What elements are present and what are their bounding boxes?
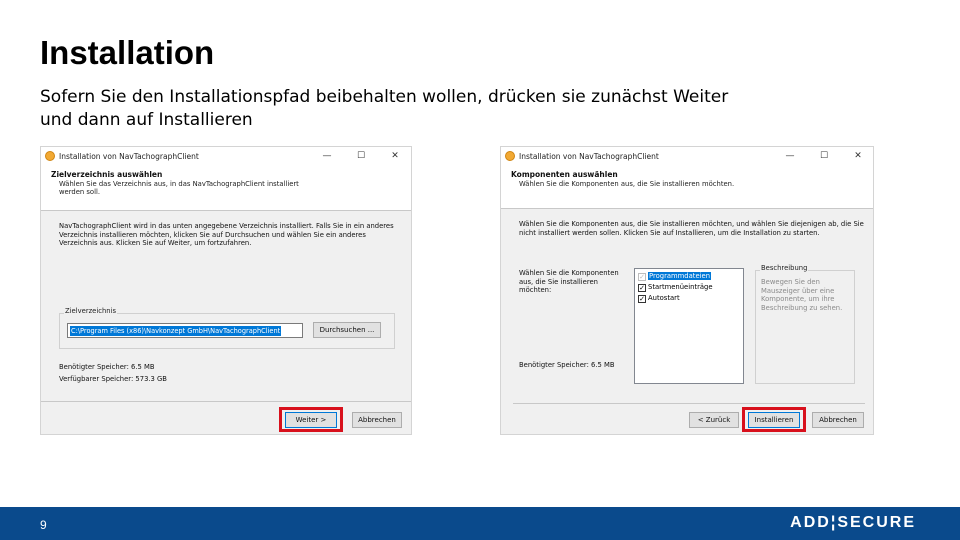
- cancel-button[interactable]: Abbrechen: [352, 412, 402, 428]
- dialog-body-text: NavTachographClient wird in das unten an…: [59, 222, 394, 248]
- checkbox-startmenu[interactable]: ✓: [638, 284, 646, 292]
- maximize-button[interactable]: ☐: [814, 149, 834, 163]
- component-item[interactable]: ✓ Autostart: [638, 293, 680, 303]
- checkbox-program-files[interactable]: ✓: [638, 273, 646, 281]
- page-number: 9: [40, 518, 47, 532]
- close-button[interactable]: ✕: [848, 149, 868, 163]
- minimize-button[interactable]: —: [780, 149, 800, 163]
- minimize-button[interactable]: —: [317, 149, 337, 163]
- header-title: Zielverzeichnis auswählen: [51, 170, 163, 179]
- components-list[interactable]: ✓ Programmdateien ✓ Startmenüeinträge ✓ Aut…: [634, 268, 744, 384]
- destination-group-label: Zielverzeichnis: [64, 307, 118, 315]
- description-text: Bewegen Sie den Mauszeiger über eine Kom…: [761, 278, 843, 312]
- browse-button[interactable]: Durchsuchen ...: [313, 322, 381, 338]
- description-label: Beschreibung: [760, 264, 809, 272]
- destination-path-value: C:\Program Files (x86)\Navkonzept GmbH\N…: [70, 326, 282, 336]
- dialog-titlebar: Installation von NavTachographClient — ☐…: [41, 147, 411, 165]
- app-icon: [45, 151, 55, 161]
- installer-dialog-components: Installation von NavTachographClient — ☐…: [500, 146, 874, 435]
- dialog-header: Komponenten auswählen Wählen Sie die Kom…: [501, 165, 873, 209]
- slide-subtitle: Sofern Sie den Installationspfad beibeha…: [40, 87, 729, 130]
- footer-separator: [513, 403, 865, 404]
- header-title: Komponenten auswählen: [511, 170, 618, 179]
- dialog-title: Installation von NavTachographClient: [519, 152, 659, 161]
- component-label: Programmdateien: [648, 272, 712, 280]
- maximize-button[interactable]: ☐: [351, 149, 371, 163]
- component-item[interactable]: ✓ Startmenüeinträge: [638, 282, 713, 292]
- checkbox-autostart[interactable]: ✓: [638, 295, 646, 303]
- component-label: Startmenüeinträge: [648, 283, 713, 291]
- slide-title: Installation: [40, 34, 215, 71]
- destination-path-input[interactable]: C:\Program Files (x86)\Navkonzept GmbH\N…: [67, 323, 303, 338]
- components-label: Wählen Sie die Komponenten aus, die Sie …: [519, 269, 619, 295]
- space-available: Verfügbarer Speicher: 573.3 GB: [59, 375, 167, 383]
- close-button[interactable]: ✕: [385, 149, 405, 163]
- slide-footer: 9 ADD¦SECURE: [0, 507, 960, 540]
- component-label: Autostart: [648, 294, 680, 302]
- back-button[interactable]: < Zurück: [689, 412, 739, 428]
- next-highlight-box: [279, 407, 343, 432]
- addsecure-logo: ADD¦SECURE: [790, 514, 916, 531]
- cancel-button[interactable]: Abbrechen: [812, 412, 864, 428]
- dialog-body-text: Wählen Sie die Komponenten aus, die Sie …: [519, 220, 864, 237]
- header-subtitle: Wählen Sie das Verzeichnis aus, in das N…: [59, 180, 299, 196]
- footer-separator: [41, 401, 411, 402]
- dialog-title: Installation von NavTachographClient: [59, 152, 199, 161]
- space-required: Benötigter Speicher: 6.5 MB: [519, 361, 615, 369]
- dialog-header: Zielverzeichnis auswählen Wählen Sie das…: [41, 165, 411, 211]
- component-item[interactable]: ✓ Programmdateien: [638, 271, 712, 281]
- install-highlight-box: [742, 407, 806, 432]
- space-required: Benötigter Speicher: 6.5 MB: [59, 363, 155, 371]
- dialog-titlebar: Installation von NavTachographClient — ☐…: [501, 147, 873, 165]
- installer-dialog-destination: Installation von NavTachographClient — ☐…: [40, 146, 412, 435]
- header-subtitle: Wählen Sie die Komponenten aus, die Sie …: [519, 180, 735, 188]
- app-icon: [505, 151, 515, 161]
